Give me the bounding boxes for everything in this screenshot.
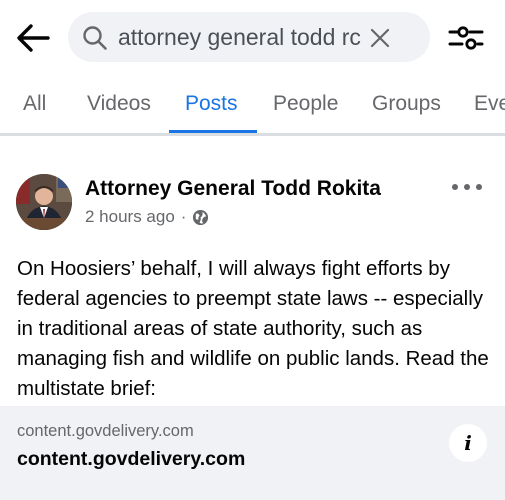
clear-search-button[interactable] [366, 24, 394, 52]
link-preview[interactable]: content.govdelivery.com content.govdeliv… [0, 406, 505, 500]
more-dot-icon [464, 184, 470, 190]
tab-people[interactable]: People [273, 92, 338, 116]
tab-videos[interactable]: Videos [87, 92, 151, 116]
filter-button[interactable] [446, 20, 486, 56]
more-options-button[interactable] [452, 180, 482, 194]
search-tabs: All Videos Posts People Groups Eve [0, 76, 505, 134]
author-photo [16, 174, 72, 230]
close-icon [370, 28, 390, 48]
back-button[interactable] [14, 20, 52, 56]
meta-separator: · [180, 207, 187, 226]
top-bar: attorney general todd rc [0, 0, 505, 76]
info-icon: i [464, 431, 472, 455]
post-card: Attorney General Todd Rokita 2 hours ago… [0, 136, 505, 500]
link-title: content.govdelivery.com [17, 448, 246, 470]
more-dot-icon [452, 184, 458, 190]
tab-posts[interactable]: Posts [185, 92, 238, 116]
arrow-left-icon [17, 24, 50, 52]
search-bar[interactable]: attorney general todd rc [68, 12, 430, 62]
post-author[interactable]: Attorney General Todd Rokita [85, 177, 381, 201]
tab-groups[interactable]: Groups [372, 92, 441, 116]
search-icon [83, 26, 107, 50]
search-input[interactable]: attorney general todd rc [118, 12, 368, 62]
avatar[interactable] [16, 174, 72, 230]
more-dot-icon [476, 184, 482, 190]
tab-all[interactable]: All [23, 92, 46, 116]
tab-events[interactable]: Eve [474, 92, 505, 116]
filter-sliders-icon [448, 26, 484, 50]
link-info-button[interactable]: i [449, 424, 487, 462]
globe-icon [193, 209, 209, 225]
post-meta: 2 hours ago · [85, 207, 209, 227]
link-domain: content.govdelivery.com [17, 422, 194, 440]
post-body: On Hoosiers’ behalf, I will always fight… [17, 257, 489, 400]
post-timestamp[interactable]: 2 hours ago [85, 207, 175, 227]
